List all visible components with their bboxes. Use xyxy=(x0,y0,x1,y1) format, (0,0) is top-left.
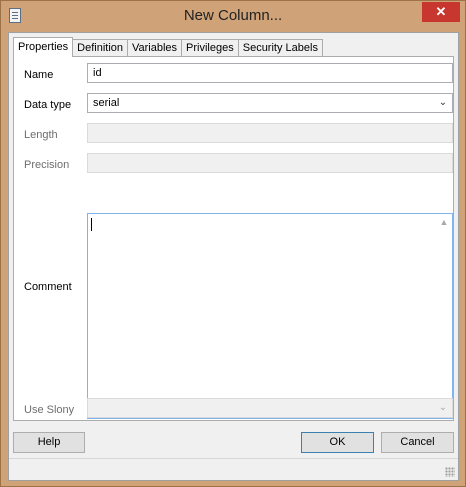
data-type-label: Data type xyxy=(24,99,72,111)
length-label: Length xyxy=(24,129,58,141)
tab-properties[interactable]: Properties xyxy=(13,37,74,57)
dialog-body: Properties Definition Variables Privileg… xyxy=(8,32,459,481)
comment-scrollbar[interactable]: ▲ ▼ xyxy=(436,214,452,418)
scroll-up-icon[interactable]: ▲ xyxy=(436,214,452,230)
help-button[interactable]: Help xyxy=(13,432,85,453)
resize-grip-icon[interactable] xyxy=(445,467,455,477)
length-input[interactable] xyxy=(87,123,453,143)
name-input[interactable]: id xyxy=(87,63,453,83)
chevron-down-icon[interactable]: ⌄ xyxy=(437,399,449,417)
use-slony-label: Use Slony xyxy=(24,404,75,416)
precision-input[interactable] xyxy=(87,153,453,173)
cancel-button[interactable]: Cancel xyxy=(381,432,454,453)
text-caret xyxy=(91,218,92,231)
ok-button[interactable]: OK xyxy=(301,432,374,453)
comment-label: Comment xyxy=(24,281,72,293)
data-type-value: serial xyxy=(93,97,120,109)
title-bar[interactable]: New Column... ✕ xyxy=(1,1,465,32)
comment-textarea[interactable]: ▲ ▼ xyxy=(87,213,453,419)
dialog-window: New Column... ✕ Properties Definition Va… xyxy=(0,0,466,487)
status-bar xyxy=(9,458,458,480)
tab-strip: Properties Definition Variables Privileg… xyxy=(13,37,323,57)
close-button[interactable]: ✕ xyxy=(422,2,460,22)
precision-label: Precision xyxy=(24,159,70,171)
data-type-select[interactable]: serial ⌄ xyxy=(87,93,453,113)
tab-variables[interactable]: Variables xyxy=(127,39,183,57)
tab-security-labels[interactable]: Security Labels xyxy=(237,39,323,57)
properties-panel: Name id Data type serial ⌄ Length Precis… xyxy=(13,56,454,421)
chevron-down-icon[interactable]: ⌄ xyxy=(437,94,449,112)
window-title: New Column... xyxy=(183,7,283,24)
tab-privileges[interactable]: Privileges xyxy=(181,39,239,57)
name-label: Name xyxy=(24,69,54,81)
tab-definition[interactable]: Definition xyxy=(72,39,128,57)
use-slony-select[interactable]: ⌄ xyxy=(87,398,453,418)
